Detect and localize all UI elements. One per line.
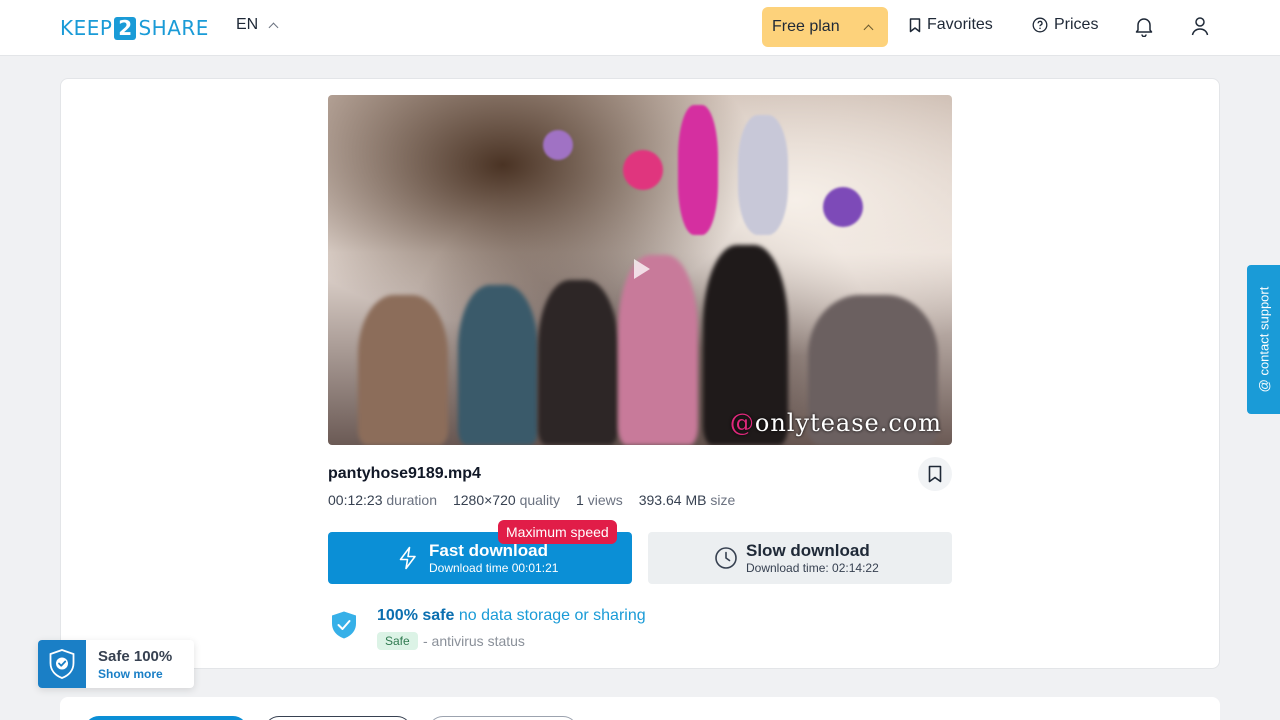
balloon-shape	[823, 187, 863, 227]
language-selector[interactable]: EN	[236, 16, 279, 34]
meta-views-label: views	[587, 492, 623, 508]
chevron-up-icon	[268, 22, 279, 32]
meta-size: 393.64 MB size	[639, 492, 736, 508]
person-shape	[618, 255, 698, 445]
contact-support-tab[interactable]: @ contact support	[1247, 265, 1280, 414]
add-favorite-button[interactable]	[918, 457, 952, 491]
meta-quality-label: quality	[519, 492, 561, 508]
slow-download-time: Download time: 02:14:22	[746, 561, 879, 575]
tabs-card	[60, 697, 1220, 720]
meta-views-value: 1	[576, 492, 584, 508]
antivirus-status-text: - antivirus status	[423, 633, 525, 649]
plan-button[interactable]: Free plan	[762, 7, 888, 47]
slow-download-title: Slow download	[746, 541, 870, 560]
person-shape	[538, 280, 618, 445]
language-label: EN	[236, 16, 259, 33]
plan-label: Free plan	[772, 18, 840, 35]
help-circle-icon	[1032, 17, 1048, 33]
person-shape	[358, 295, 448, 445]
meta-quality-value: 1280×720	[452, 492, 516, 508]
logo-text-2: 2	[114, 16, 137, 40]
antivirus-status-tag: Safe	[377, 632, 418, 650]
safety-headline-bold: 100% safe	[377, 607, 455, 624]
prices-label: Prices	[1054, 16, 1099, 33]
favorites-label: Favorites	[927, 16, 993, 33]
user-icon	[1191, 17, 1209, 36]
safe-badge[interactable]: Safe 100% Show more	[38, 640, 194, 688]
meta-quality: 1280×720 quality	[453, 492, 560, 508]
shield-check-icon	[49, 649, 75, 679]
slow-download-button[interactable]: Slow download Download time: 02:14:22	[648, 532, 952, 584]
fast-download-time: Download time 00:01:21	[429, 561, 559, 575]
tab-pill[interactable]	[264, 716, 412, 720]
video-preview[interactable]: @onlytease.com	[328, 95, 952, 445]
clock-icon	[715, 547, 737, 569]
watermark-text: onlytease.com	[754, 409, 942, 437]
meta-duration-label: duration	[386, 492, 437, 508]
top-header: KEEP 2 SHARE EN Free plan Favorites Prices	[0, 0, 1280, 56]
file-meta: 00:12:23 duration 1280×720 quality 1 vie…	[328, 492, 735, 508]
safe-badge-title: Safe 100%	[98, 648, 173, 665]
tab-pill[interactable]	[428, 716, 578, 720]
safety-headline: 100% safe no data storage or sharing	[377, 607, 646, 625]
lightning-icon	[399, 546, 416, 570]
contact-support-label: @ contact support	[1256, 286, 1272, 393]
favorites-link[interactable]: Favorites	[909, 16, 993, 34]
logo-text-share: SHARE	[138, 16, 209, 40]
notifications-button[interactable]	[1132, 14, 1156, 38]
account-button[interactable]	[1188, 14, 1212, 38]
video-watermark: @onlytease.com	[730, 409, 942, 437]
fast-download-title: Fast download	[429, 541, 548, 560]
meta-views: 1 views	[576, 492, 623, 508]
balloon-shape	[623, 150, 663, 190]
meta-size-value: 393.64 MB	[638, 492, 707, 508]
safety-headline-rest: no data storage or sharing	[458, 607, 646, 624]
file-name: pantyhose9189.mp4	[328, 465, 481, 482]
meta-duration-value: 00:12:23	[328, 492, 383, 508]
bell-icon	[1135, 18, 1153, 37]
balloon-shape	[678, 105, 718, 235]
logo-text-keep: KEEP	[60, 16, 113, 40]
show-more-link[interactable]: Show more	[98, 667, 163, 681]
balloon-shape	[738, 115, 788, 235]
chevron-up-icon	[863, 24, 874, 35]
keep2share-logo[interactable]: KEEP 2 SHARE	[60, 16, 209, 40]
bookmark-icon	[928, 465, 942, 483]
tab-pill[interactable]	[84, 716, 248, 720]
watermark-prefix: @	[729, 409, 755, 437]
shield-check-icon	[332, 611, 356, 639]
bookmark-icon	[909, 17, 921, 32]
balloon-shape	[543, 130, 573, 160]
person-shape	[458, 285, 538, 445]
meta-size-label: size	[710, 492, 736, 508]
prices-link[interactable]: Prices	[1032, 16, 1098, 34]
max-speed-badge: Maximum speed	[498, 520, 617, 544]
play-icon	[634, 259, 650, 279]
shield-box	[38, 640, 86, 688]
meta-duration: 00:12:23 duration	[328, 492, 437, 508]
